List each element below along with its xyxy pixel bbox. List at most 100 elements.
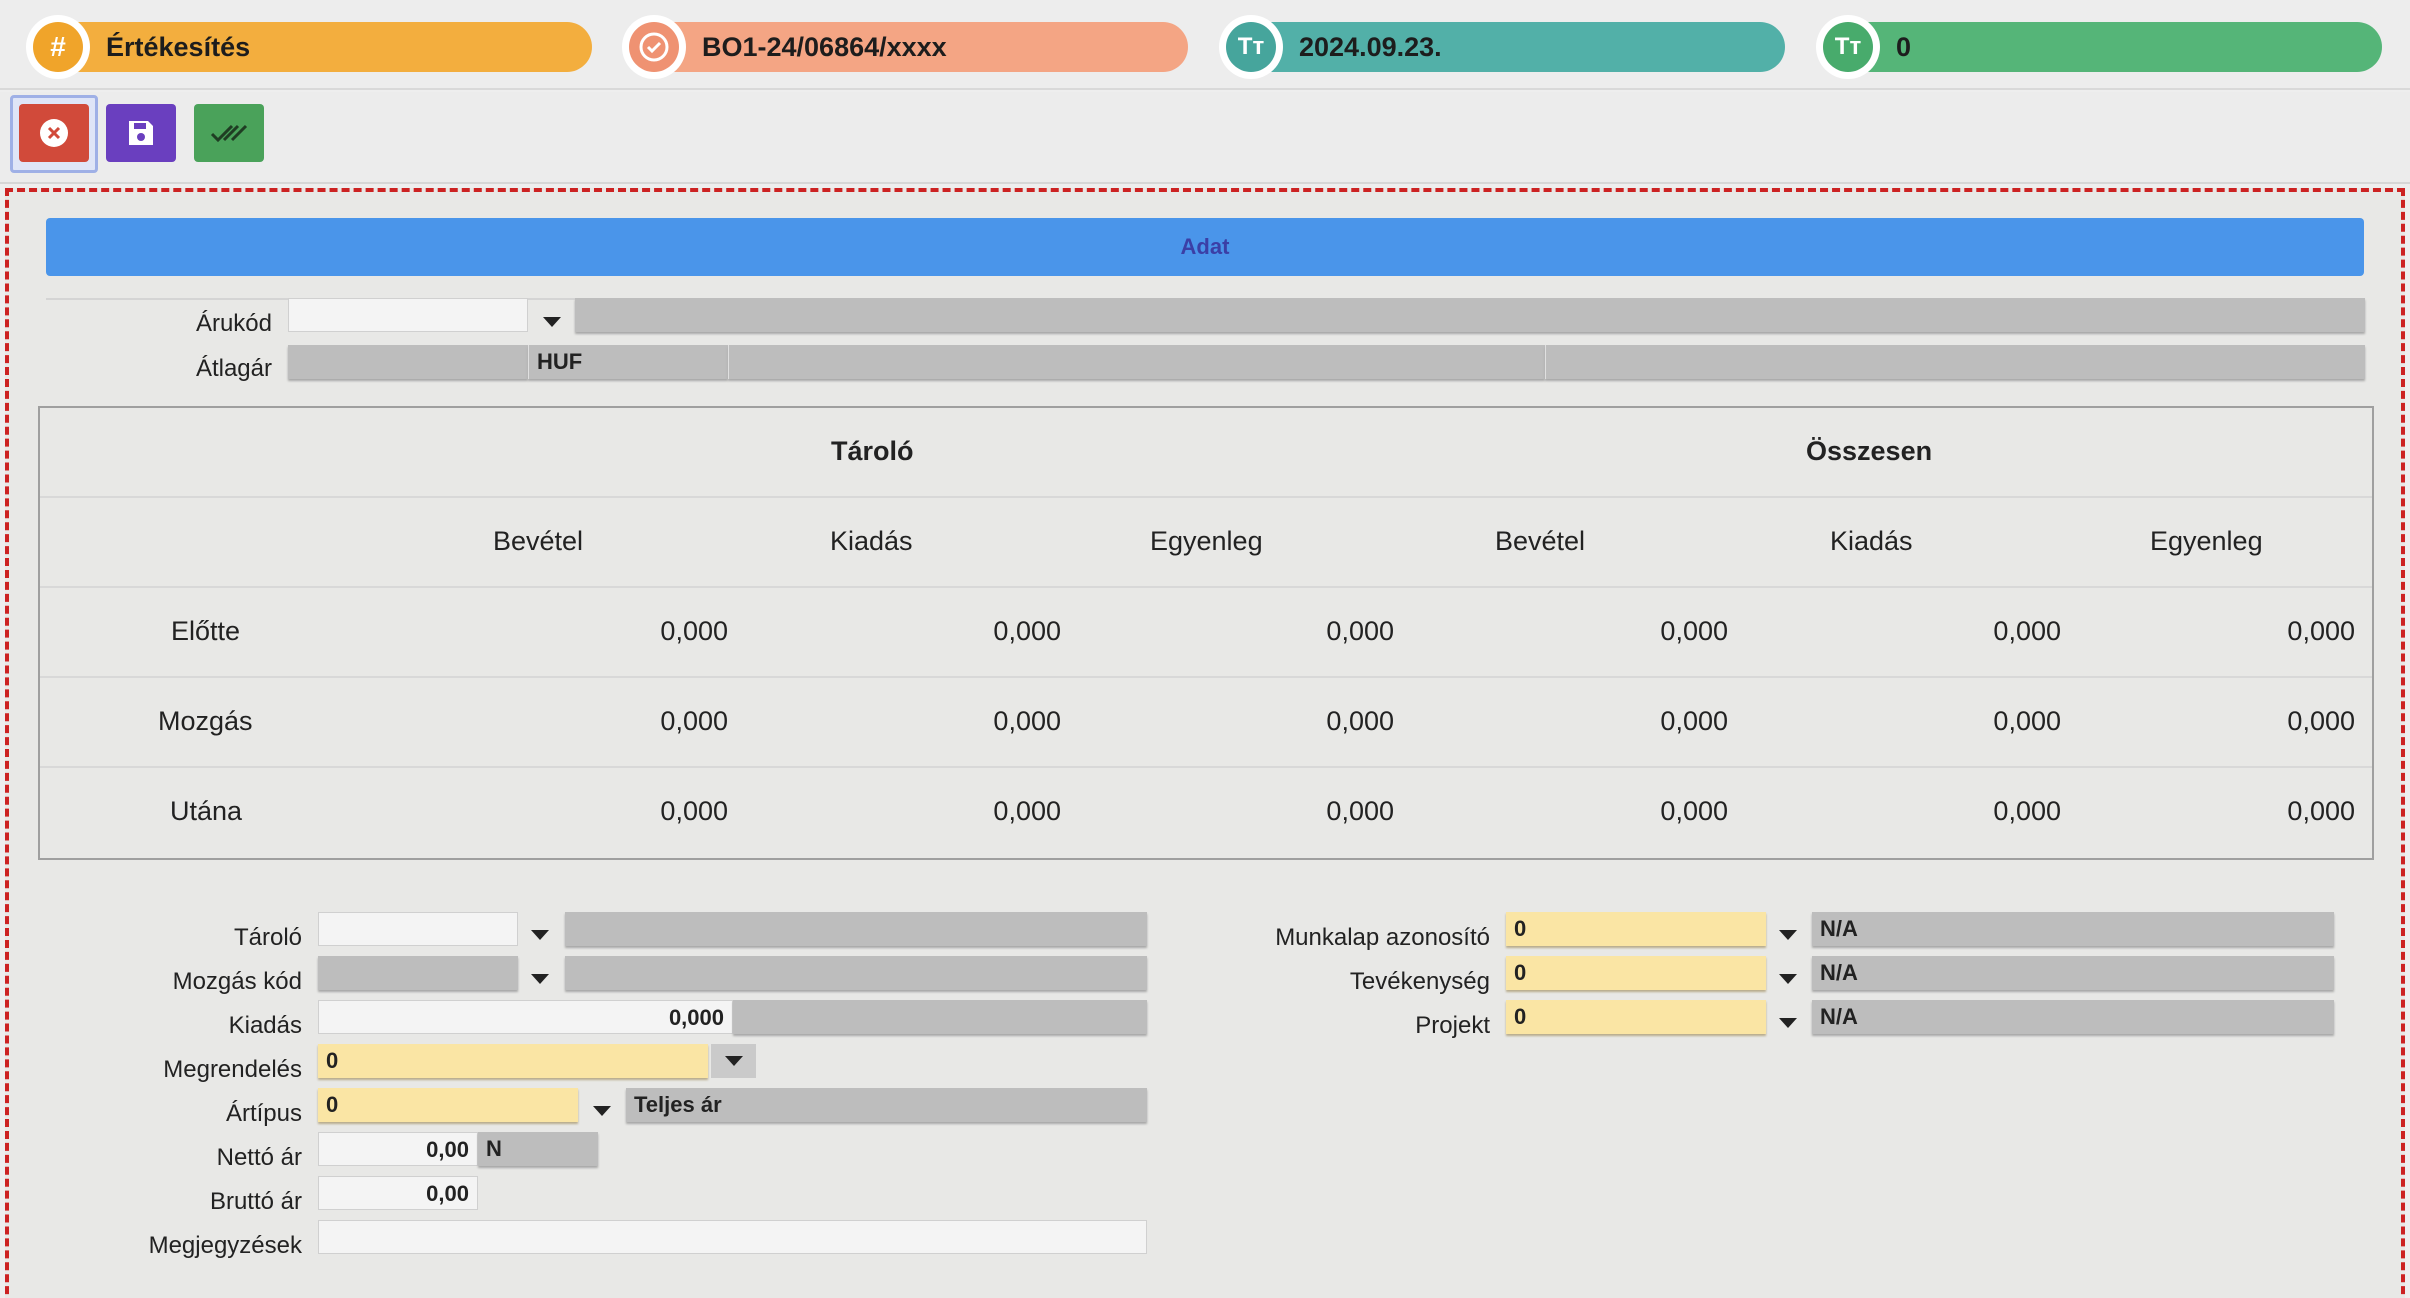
average-price-extra-2 — [1545, 345, 2365, 379]
pill-document-number: BO1-24/06864/xxxx — [622, 15, 1188, 79]
table-group-header-row: Tároló Összesen — [40, 408, 2372, 498]
column-header: Bevétel — [1495, 526, 1586, 556]
table-cell: 0,000 — [660, 796, 728, 826]
table-cell: 0,000 — [1993, 706, 2061, 736]
text-type-icon: Tт — [1823, 22, 1873, 72]
row-label: Mozgás — [158, 706, 253, 736]
table-cell: 0,000 — [1660, 616, 1728, 646]
chevron-down-icon[interactable] — [582, 1094, 622, 1128]
table-row: Mozgás 0,000 0,000 0,000 0,000 0,000 0,0… — [40, 678, 2372, 768]
pill-count: Tт 0 — [1816, 15, 2382, 79]
worksheet-id-description: N/A — [1812, 912, 2334, 946]
average-price-currency: HUF — [528, 345, 728, 379]
product-code-label: Árukód — [195, 310, 272, 337]
chevron-down-icon[interactable] — [520, 962, 560, 996]
project-label: Projekt — [1415, 1012, 1490, 1039]
table-cell: 0,000 — [2287, 706, 2355, 736]
issue-extra — [733, 1000, 1147, 1034]
chevron-down-icon[interactable] — [1768, 1006, 1808, 1040]
double-check-icon — [210, 124, 248, 143]
movement-code-description — [565, 956, 1147, 990]
table-cell: 0,000 — [660, 706, 728, 736]
column-header: Bevétel — [493, 526, 584, 556]
group-header-total: Összesen — [1806, 436, 1933, 466]
column-header: Kiadás — [1830, 526, 1913, 556]
movement-code-input[interactable] — [318, 956, 518, 990]
average-price-value — [288, 345, 528, 379]
pill-date: Tт 2024.09.23. — [1219, 15, 1785, 79]
cancel-button[interactable] — [19, 104, 89, 162]
price-type-input[interactable]: 0 — [318, 1088, 578, 1122]
chevron-down-icon[interactable] — [532, 305, 572, 339]
chevron-down-icon[interactable] — [1768, 962, 1808, 996]
storage-description — [565, 912, 1147, 946]
activity-label: Tevékenység — [1349, 968, 1490, 995]
table-cell: 0,000 — [2287, 616, 2355, 646]
header-bar: # Értékesítés BO1-24/06864/xxxx Tт 2024.… — [0, 0, 2410, 90]
worksheet-id-label: Munkalap azonosító — [1275, 924, 1490, 951]
movement-code-label: Mozgás kód — [172, 968, 302, 995]
table-cell: 0,000 — [660, 616, 728, 646]
table-cell: 0,000 — [1326, 796, 1394, 826]
table-header-row: Bevétel Kiadás Egyenleg Bevétel Kiadás E… — [40, 498, 2372, 588]
date-text: 2024.09.23. — [1299, 32, 1442, 62]
product-code-input[interactable] — [288, 298, 528, 332]
storage-input[interactable] — [318, 912, 518, 946]
text-type-icon: Tт — [1226, 22, 1276, 72]
table-cell: 0,000 — [1660, 796, 1728, 826]
net-price-suffix: N — [478, 1132, 598, 1166]
chevron-down-icon[interactable] — [711, 1044, 756, 1078]
issue-input[interactable]: 0,000 — [318, 1000, 733, 1034]
column-header: Egyenleg — [2150, 526, 2263, 556]
notes-label: Megjegyzések — [148, 1232, 302, 1259]
stock-table: Tároló Összesen Bevétel Kiadás Egyenleg … — [38, 406, 2374, 860]
row-label: Utána — [170, 796, 243, 826]
pill-document-type: # Értékesítés — [26, 15, 592, 79]
group-header-storage: Tároló — [831, 436, 914, 466]
column-header: Kiadás — [830, 526, 913, 556]
hash-icon: # — [33, 22, 83, 72]
average-price-extra-1 — [728, 345, 1545, 379]
issue-label: Kiadás — [228, 1012, 302, 1039]
section-header[interactable]: Adat — [46, 218, 2364, 276]
table-row: Utána 0,000 0,000 0,000 0,000 0,000 0,00… — [40, 768, 2372, 858]
gross-price-input[interactable]: 0,00 — [318, 1176, 478, 1210]
project-input[interactable]: 0 — [1506, 1000, 1766, 1034]
activity-description: N/A — [1812, 956, 2334, 990]
count-text: 0 — [1896, 32, 1912, 62]
table-cell: 0,000 — [1326, 706, 1394, 736]
table-cell: 0,000 — [2287, 796, 2355, 826]
table-cell: 0,000 — [993, 706, 1061, 736]
row-label: Előtte — [171, 616, 241, 646]
price-type-label: Ártípus — [225, 1100, 302, 1127]
save-icon — [129, 121, 153, 145]
notes-input[interactable] — [318, 1220, 1147, 1254]
save-button[interactable] — [106, 104, 176, 162]
table-cell: 0,000 — [993, 616, 1061, 646]
chevron-down-icon[interactable] — [1768, 918, 1808, 952]
approve-button[interactable] — [194, 104, 264, 162]
average-price-label: Átlagár — [195, 355, 272, 382]
net-price-input[interactable]: 0,00 — [318, 1132, 478, 1166]
worksheet-id-input[interactable]: 0 — [1506, 912, 1766, 946]
document-type-text: Értékesítés — [106, 32, 251, 62]
project-description: N/A — [1812, 1000, 2334, 1034]
order-input[interactable]: 0 — [318, 1044, 708, 1078]
check-badge-icon — [629, 22, 679, 72]
storage-label: Tároló — [233, 924, 302, 951]
close-circle-icon — [40, 119, 68, 147]
toolbar — [0, 92, 2410, 184]
chevron-down-icon[interactable] — [520, 918, 560, 952]
table-cell: 0,000 — [1326, 616, 1394, 646]
activity-input[interactable]: 0 — [1506, 956, 1766, 990]
table-cell: 0,000 — [1993, 616, 2061, 646]
table-row: Előtte 0,000 0,000 0,000 0,000 0,000 0,0… — [40, 588, 2372, 678]
column-header: Egyenleg — [1150, 526, 1263, 556]
product-code-description — [575, 298, 2365, 332]
document-number-text: BO1-24/06864/xxxx — [702, 32, 947, 62]
table-cell: 0,000 — [1660, 706, 1728, 736]
order-label: Megrendelés — [163, 1056, 302, 1083]
net-price-label: Nettó ár — [216, 1144, 302, 1171]
gross-price-label: Bruttó ár — [209, 1188, 302, 1215]
table-cell: 0,000 — [993, 796, 1061, 826]
